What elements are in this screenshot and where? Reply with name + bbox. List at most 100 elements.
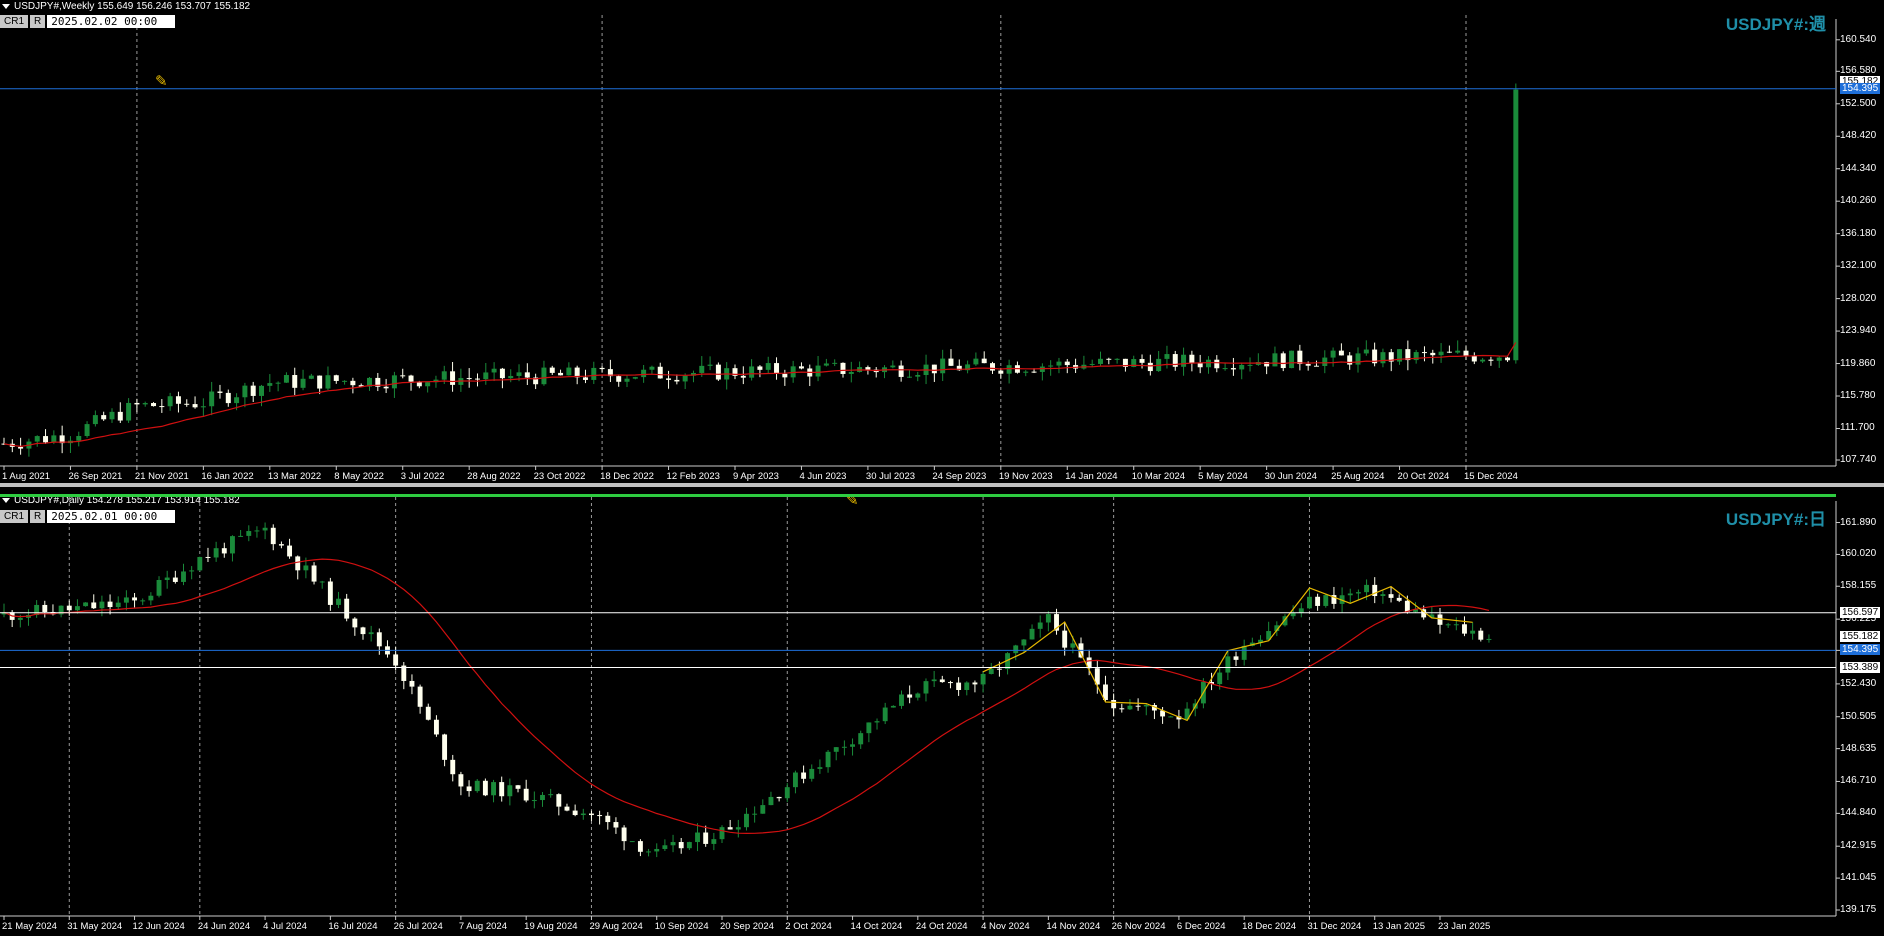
price-tick-label: 158.155 xyxy=(1840,580,1877,592)
price-tick-label: 107.740 xyxy=(1840,454,1877,465)
cr1-button[interactable]: CR1 xyxy=(0,510,29,523)
bear-candle xyxy=(442,734,448,760)
weekly-controls: CR1 R 2025.02.02 00:00 xyxy=(0,15,176,28)
bull-candle xyxy=(142,403,148,405)
bear-candle xyxy=(523,788,529,801)
bull-candle xyxy=(262,527,268,531)
bear-candle xyxy=(1106,358,1112,360)
bear-candle xyxy=(292,375,298,388)
daily-chart-panel[interactable]: USDJPY#,Daily 154.278 155.217 153.914 15… xyxy=(0,487,1884,936)
bear-candle xyxy=(221,548,227,554)
weekly-header-text: USDJPY#,Weekly 155.649 156.246 153.707 1… xyxy=(14,1,251,12)
bear-candle xyxy=(996,668,1002,670)
weekly-chart-canvas[interactable] xyxy=(0,0,1884,483)
moving-average-line xyxy=(3,558,1490,835)
bear-candle xyxy=(1396,597,1402,601)
bull-candle xyxy=(336,598,341,605)
time-tick-label: 12 Feb 2023 xyxy=(666,471,720,482)
time-tick-label: 7 Aug 2024 xyxy=(458,921,507,932)
pencil-icon[interactable]: ✎ xyxy=(155,72,168,90)
bull-candle xyxy=(825,751,831,768)
bear-candle xyxy=(175,396,181,404)
time-tick-label: 25 Aug 2024 xyxy=(1331,471,1385,482)
bull-candle xyxy=(1048,365,1054,367)
bear-candle xyxy=(1313,365,1319,367)
bear-candle xyxy=(948,682,953,684)
bull-candle xyxy=(784,787,790,799)
bear-candle xyxy=(1505,357,1511,361)
time-tick-label: 21 Nov 2021 xyxy=(134,471,189,482)
daily-symbol-label: USDJPY#:日 xyxy=(1725,510,1826,529)
bull-candle xyxy=(189,570,195,572)
bear-candle xyxy=(621,827,627,842)
bear-candle xyxy=(66,605,72,611)
date-input[interactable]: 2025.02.01 00:00 xyxy=(47,510,176,523)
bull-candle xyxy=(1164,354,1170,359)
weekly-symbol-label: USDJPY#:週 xyxy=(1725,15,1826,34)
bull-candle xyxy=(508,375,514,379)
bear-candle xyxy=(782,373,788,378)
bull-candle xyxy=(283,375,289,383)
daily-chart-canvas[interactable] xyxy=(0,487,1884,936)
bull-candle xyxy=(809,768,815,779)
bear-candle xyxy=(556,794,562,807)
time-tick-label: 18 Dec 2022 xyxy=(600,471,654,482)
bull-candle xyxy=(1239,364,1245,370)
bear-candle xyxy=(18,446,24,449)
collapse-triangle-icon[interactable] xyxy=(2,497,10,503)
bull-candle xyxy=(915,375,921,377)
bear-candle xyxy=(990,363,996,371)
weekly-chart-panel[interactable]: USDJPY#,Weekly 155.649 156.246 153.707 1… xyxy=(0,0,1884,483)
bull-candle xyxy=(890,365,896,368)
time-tick-label: 4 Jul 2024 xyxy=(263,921,307,932)
price-tick-label: 146.710 xyxy=(1840,775,1877,787)
bear-candle xyxy=(1404,600,1410,612)
cr1-button[interactable]: CR1 xyxy=(0,15,29,28)
bull-candle xyxy=(931,679,937,682)
bear-candle xyxy=(1111,699,1117,709)
bull-candle xyxy=(1143,705,1149,707)
bear-candle xyxy=(1064,361,1070,366)
bear-candle xyxy=(840,362,846,374)
time-tick-label: 10 Sep 2024 xyxy=(654,921,709,932)
bull-candle xyxy=(646,851,652,853)
bear-candle xyxy=(515,785,521,789)
bull-candle xyxy=(964,682,970,690)
bull-candle xyxy=(817,767,823,769)
bull-candle xyxy=(1098,358,1103,364)
collapse-triangle-icon[interactable] xyxy=(2,3,10,9)
bull-candle xyxy=(973,358,979,365)
bull-candle xyxy=(591,367,597,380)
bull-candle xyxy=(624,378,630,382)
bull-candle xyxy=(735,827,741,830)
bull-candle xyxy=(1127,705,1133,710)
bull-candle xyxy=(34,436,40,442)
time-tick-label: 31 May 2024 xyxy=(67,921,123,932)
r-button[interactable]: R xyxy=(30,510,46,523)
bull-candle xyxy=(1205,359,1211,368)
time-tick-label: 24 Jun 2024 xyxy=(197,921,251,932)
bull-candle xyxy=(1455,350,1461,353)
bull-candle xyxy=(1114,358,1120,360)
time-tick-label: 31 Dec 2024 xyxy=(1307,921,1362,932)
bull-candle xyxy=(1247,364,1253,366)
bear-candle xyxy=(450,371,456,385)
date-input[interactable]: 2025.02.02 00:00 xyxy=(47,15,176,28)
r-button[interactable]: R xyxy=(30,15,46,28)
bull-candle xyxy=(342,380,348,382)
bull-candle xyxy=(1241,645,1247,660)
price-tag-label: 154.395 xyxy=(1840,644,1881,656)
time-tick-label: 30 Jun 2024 xyxy=(1264,471,1317,482)
bull-candle xyxy=(115,602,121,608)
time-tick-label: 15 Dec 2024 xyxy=(1464,471,1518,482)
bear-candle xyxy=(613,822,619,828)
bear-candle xyxy=(433,719,439,735)
bull-candle xyxy=(832,362,838,364)
bear-candle xyxy=(409,680,415,687)
bear-candle xyxy=(939,679,945,683)
bull-candle xyxy=(308,375,314,379)
bull-candle xyxy=(686,842,692,849)
bull-candle xyxy=(1513,89,1519,361)
bear-candle xyxy=(582,377,588,380)
time-tick-label: 24 Sep 2023 xyxy=(932,471,987,482)
